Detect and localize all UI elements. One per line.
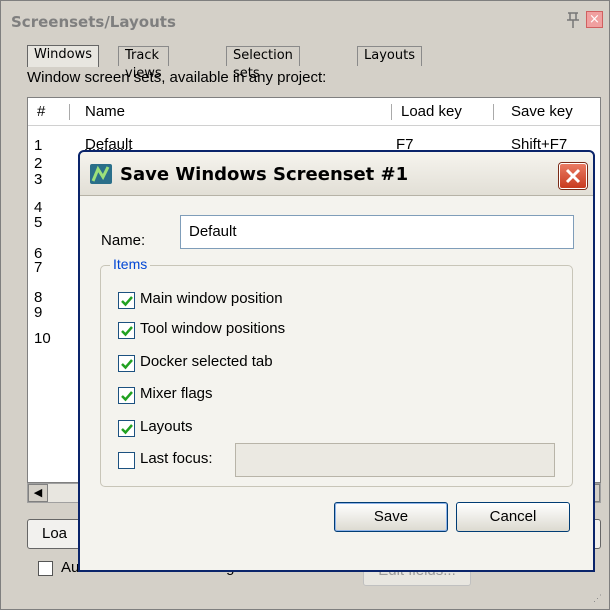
- save-button[interactable]: Save: [334, 502, 448, 532]
- panel-close-icon[interactable]: ×: [586, 11, 603, 28]
- items-legend: Items: [110, 256, 151, 272]
- row-number[interactable]: 7: [34, 260, 42, 275]
- name-label: Name:: [101, 232, 146, 249]
- row-number[interactable]: 3: [34, 172, 42, 187]
- checkbox[interactable]: [118, 355, 135, 372]
- checkbox-label: Main window position: [140, 290, 283, 307]
- last-focus-field: [235, 443, 555, 477]
- check-icon: [121, 424, 133, 435]
- panel-description: Window screen sets, available in any pro…: [27, 69, 327, 86]
- checkbox-label: Layouts: [140, 418, 193, 435]
- tab-track-views[interactable]: Track views: [118, 46, 169, 81]
- checkbox-label: Docker selected tab: [140, 353, 273, 370]
- cancel-button[interactable]: Cancel: [456, 502, 570, 532]
- checkbox-label: Tool window positions: [140, 320, 286, 337]
- check-icon: [121, 326, 133, 337]
- checkbox[interactable]: [118, 452, 135, 469]
- list-header: # Name Load key Save key: [28, 98, 600, 126]
- check-icon: [121, 391, 133, 402]
- tab-windows[interactable]: Windows: [27, 45, 100, 67]
- column-number[interactable]: #: [37, 103, 45, 120]
- row-number[interactable]: 2: [34, 156, 42, 171]
- tab-selection-sets[interactable]: Selection sets: [226, 46, 300, 81]
- autosave-checkbox[interactable]: [38, 561, 53, 576]
- pin-icon[interactable]: [565, 11, 581, 29]
- column-load-key[interactable]: Load key: [401, 103, 462, 120]
- row-number[interactable]: 1: [34, 138, 42, 153]
- name-input[interactable]: Default: [180, 215, 574, 249]
- check-icon: [121, 296, 133, 307]
- checkbox[interactable]: [118, 420, 135, 437]
- row-number[interactable]: 4: [34, 200, 42, 215]
- column-save-key[interactable]: Save key: [511, 103, 573, 120]
- row-number[interactable]: 5: [34, 215, 42, 230]
- row-number[interactable]: 10: [34, 331, 51, 346]
- row-number[interactable]: 9: [34, 305, 42, 320]
- dialog-titlebar[interactable]: Save Windows Screenset #1: [80, 152, 593, 196]
- checkbox[interactable]: [118, 322, 135, 339]
- dialog-close-icon[interactable]: [559, 163, 587, 189]
- checkbox[interactable]: [118, 292, 135, 309]
- checkbox-label: Mixer flags: [140, 385, 213, 402]
- save-screenset-dialog: Save Windows Screenset #1 Name: Default …: [78, 150, 595, 572]
- row-number[interactable]: 8: [34, 290, 42, 305]
- checkbox-label: Last focus:: [140, 450, 213, 467]
- scroll-left-icon[interactable]: ◀: [28, 484, 48, 502]
- column-name[interactable]: Name: [85, 103, 125, 120]
- resize-grip-icon[interactable]: ⋰: [593, 593, 602, 604]
- check-icon: [121, 359, 133, 370]
- reaper-app-icon: [90, 164, 112, 184]
- checkbox[interactable]: [118, 387, 135, 404]
- panel-title: Screensets/Layouts: [11, 13, 176, 31]
- tab-layouts[interactable]: Layouts: [357, 46, 422, 66]
- dialog-title: Save Windows Screenset #1: [120, 164, 409, 185]
- close-icon: [565, 168, 581, 184]
